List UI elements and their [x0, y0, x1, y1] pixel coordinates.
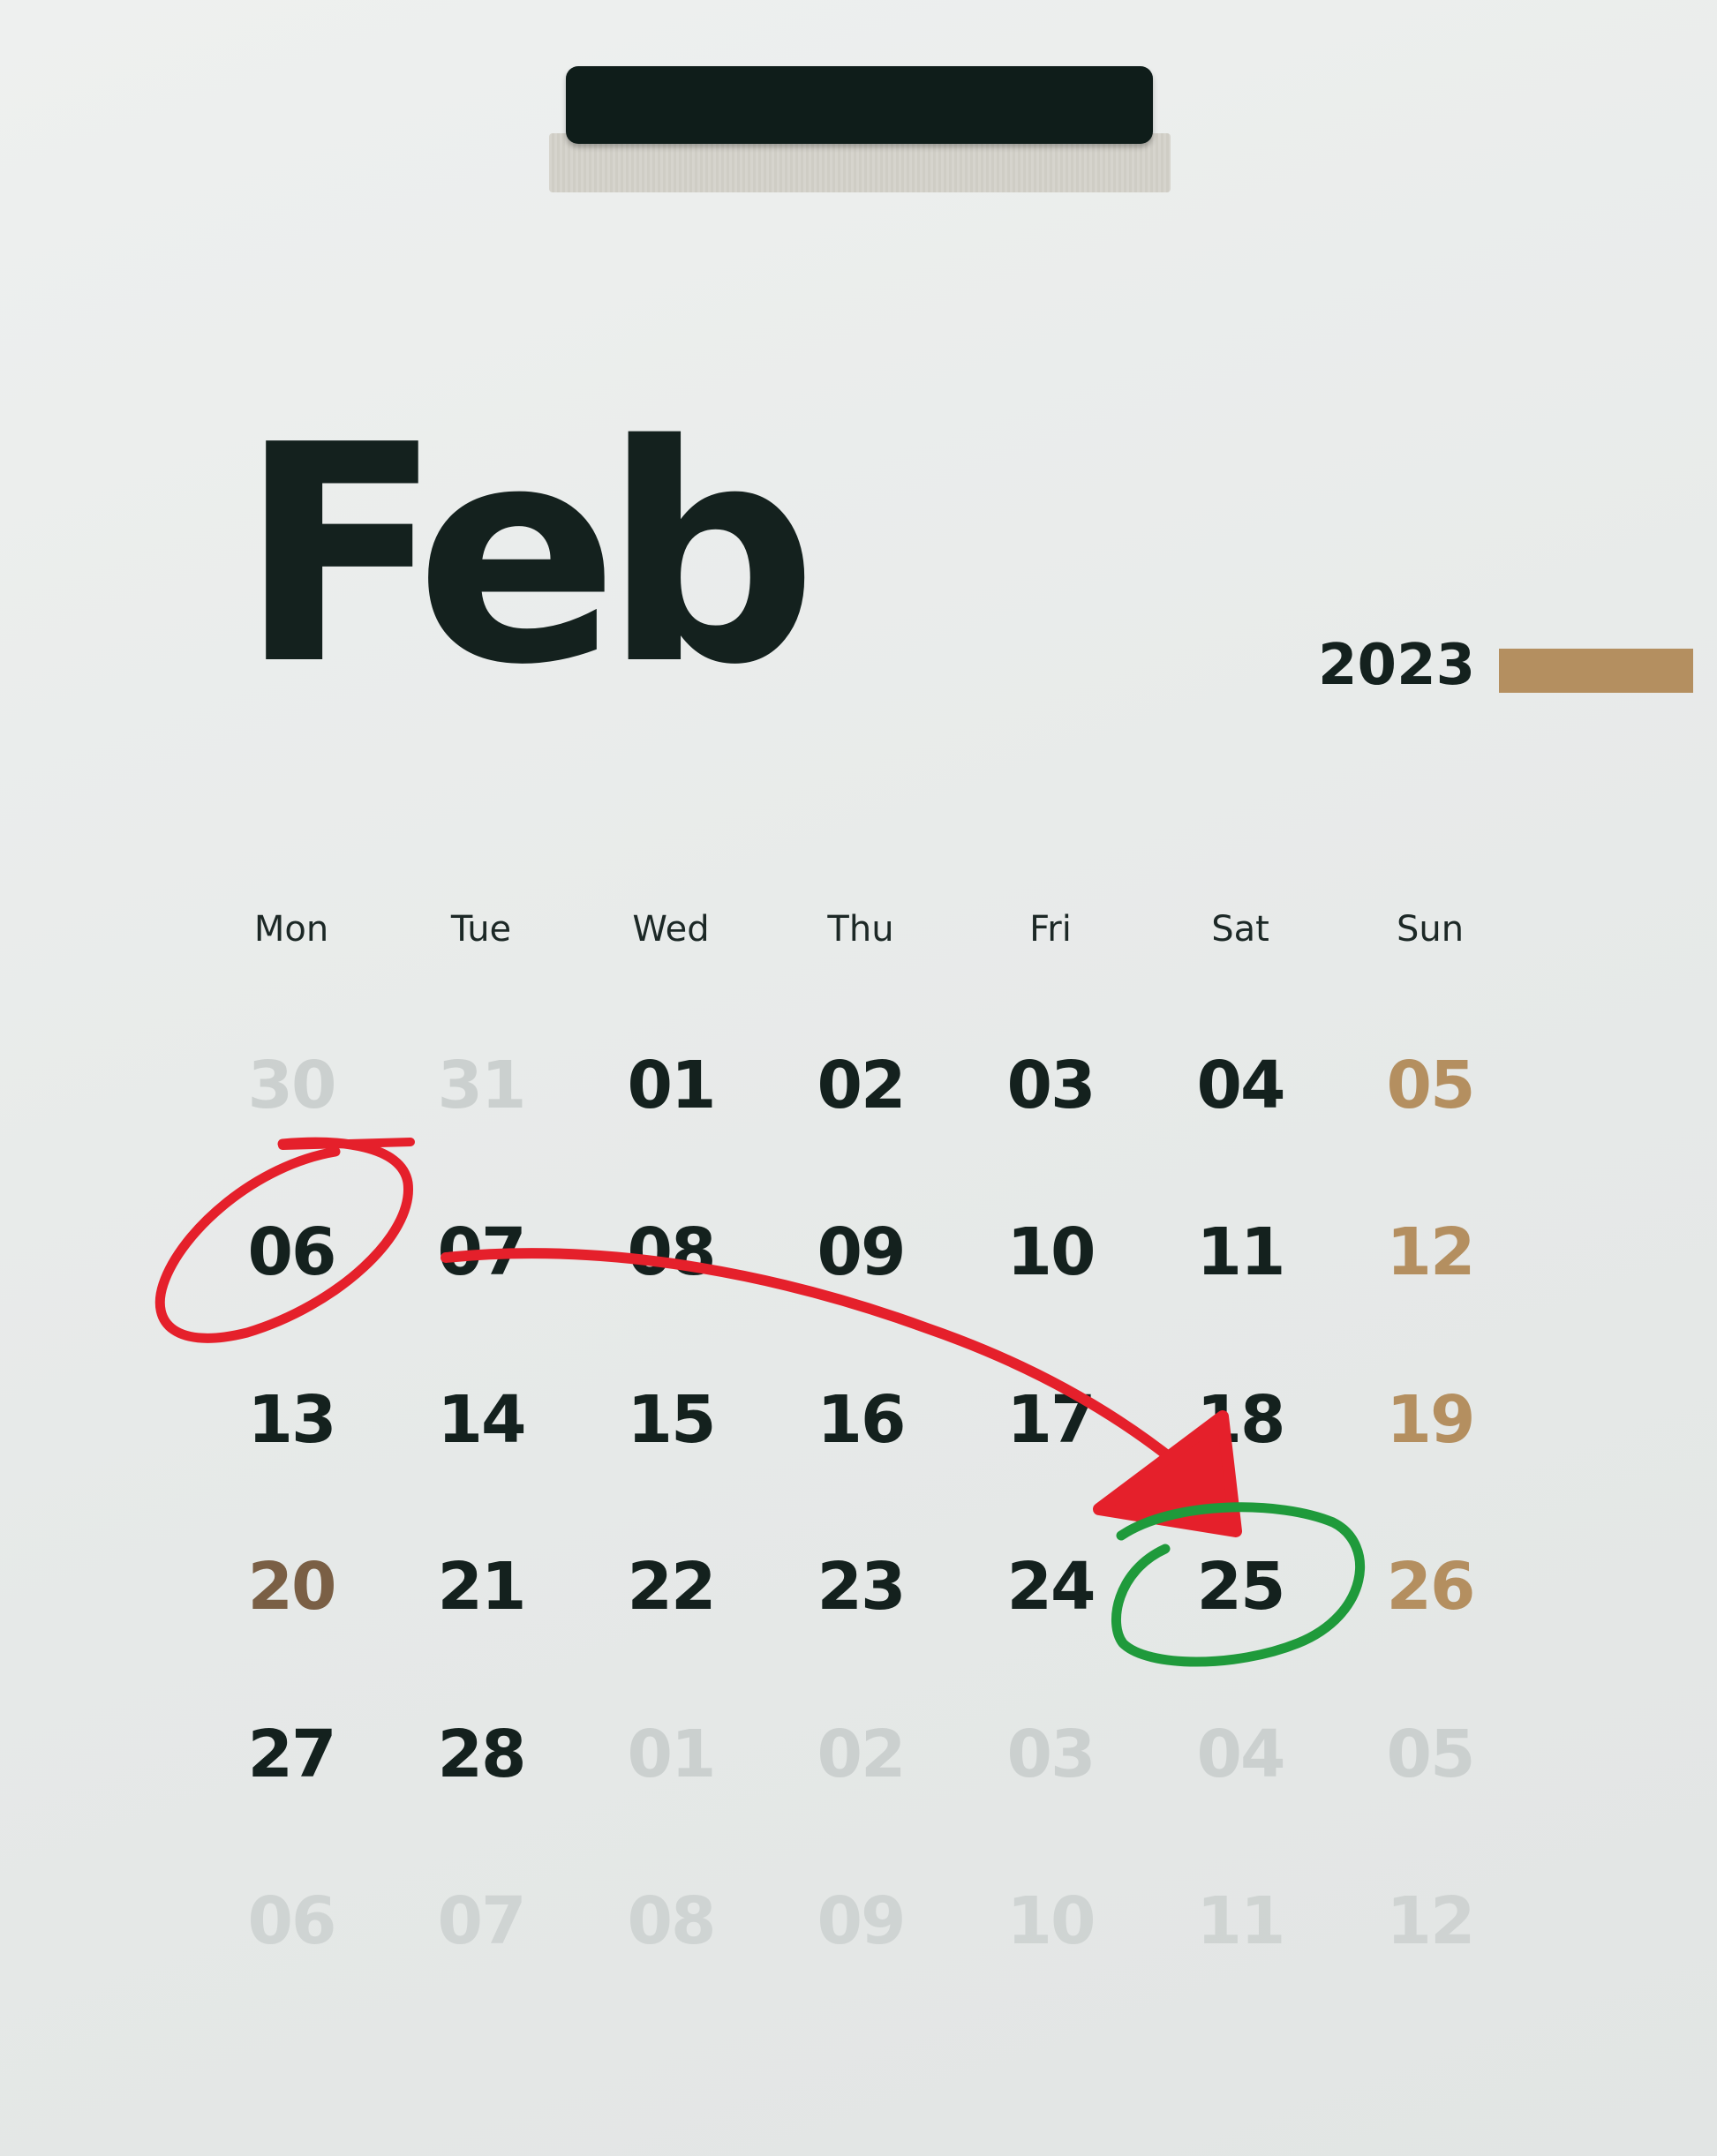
calendar-page: Feb 2023 Mon Tue Wed Thu Fri Sat Sun 30 31 01 02 0… [0, 0, 1717, 2156]
day-cell: 11 [1196, 1214, 1286, 1290]
day-cell: 22 [627, 1549, 717, 1625]
day-cell: 12 [1386, 1883, 1476, 1959]
day-cell: 06 [247, 1883, 337, 1959]
day-cell: 07 [437, 1214, 527, 1290]
day-cell: 07 [437, 1883, 527, 1959]
day-cell: 21 [437, 1549, 527, 1625]
day-cell: 31 [437, 1048, 527, 1123]
day-cell: 05 [1386, 1048, 1476, 1123]
day-cell: 01 [627, 1048, 717, 1123]
day-cell: 15 [627, 1382, 717, 1458]
day-cell: 03 [1006, 1048, 1096, 1123]
weekday-sun: Sun [1396, 909, 1465, 950]
day-cell: 06 [247, 1214, 337, 1290]
hanger-clip [566, 66, 1153, 144]
day-cell: 14 [437, 1382, 527, 1458]
day-cell: 04 [1196, 1048, 1286, 1123]
weekday-wed: Wed [632, 909, 710, 950]
day-cell: 25 [1196, 1549, 1286, 1625]
day-cell: 02 [817, 1048, 907, 1123]
day-cell: 08 [627, 1883, 717, 1959]
month-title: Feb [238, 381, 817, 731]
day-cell: 27 [247, 1717, 337, 1792]
day-cell: 24 [1006, 1549, 1096, 1625]
day-cell: 19 [1386, 1382, 1476, 1458]
weekday-tue: Tue [450, 909, 512, 950]
weekday-thu: Thu [827, 909, 894, 950]
weekday-fri: Fri [1029, 909, 1072, 950]
day-cell: 05 [1386, 1717, 1476, 1792]
day-cell: 09 [817, 1214, 907, 1290]
day-cell: 13 [247, 1382, 337, 1458]
day-cell: 11 [1196, 1883, 1286, 1959]
weekday-mon: Mon [253, 909, 329, 950]
day-cell: 20 [247, 1549, 337, 1625]
weekday-sat: Sat [1211, 909, 1269, 950]
day-cell: 03 [1006, 1717, 1096, 1792]
day-cell: 23 [817, 1549, 907, 1625]
day-cell: 30 [247, 1048, 337, 1123]
day-cell: 09 [817, 1883, 907, 1959]
day-cell: 04 [1196, 1717, 1286, 1792]
day-cell: 01 [627, 1717, 717, 1792]
year-accent-bar [1499, 649, 1693, 693]
day-cell: 02 [817, 1717, 907, 1792]
day-cell: 12 [1386, 1214, 1476, 1290]
day-cell: 16 [817, 1382, 907, 1458]
day-cell: 08 [627, 1214, 717, 1290]
day-cell: 18 [1196, 1382, 1286, 1458]
year-label: 2023 [1318, 633, 1476, 698]
day-cell: 10 [1006, 1214, 1096, 1290]
day-cell: 28 [437, 1717, 527, 1792]
day-cell: 10 [1006, 1883, 1096, 1959]
day-cell: 17 [1006, 1382, 1096, 1458]
day-cell: 26 [1386, 1549, 1476, 1625]
